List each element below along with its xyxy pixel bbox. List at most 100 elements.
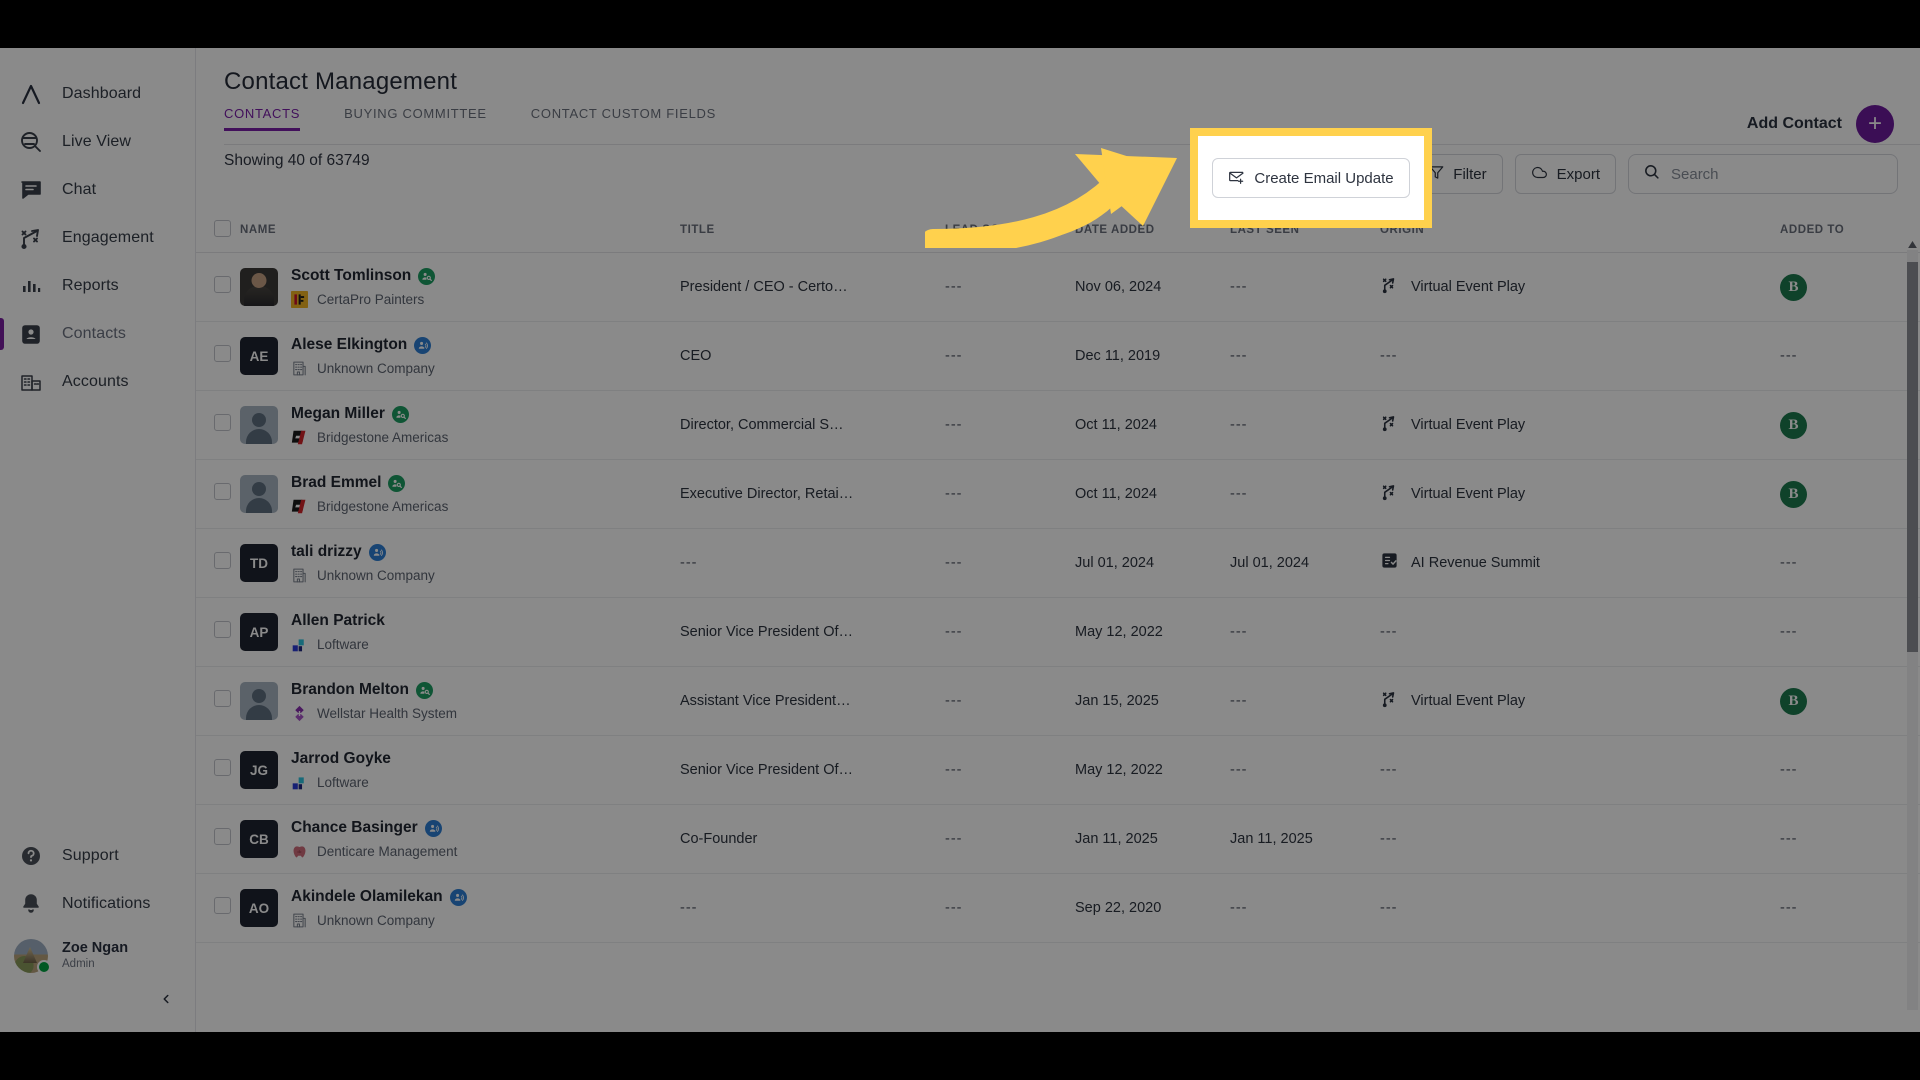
- contact-name: Allen Patrick: [291, 612, 385, 630]
- table-header-row: NAME TITLE LEAD SCORE ↑ DATE ADDED LAST …: [196, 210, 1920, 253]
- row-checkbox-cell[interactable]: [196, 321, 240, 391]
- contact-title-cell: Assistant Vice President…: [680, 666, 945, 736]
- table-row[interactable]: Brandon Melton Wellstar Health System Assi…: [196, 666, 1920, 736]
- lead-score: ---: [945, 624, 963, 640]
- origin-label: AI Revenue Summit: [1411, 555, 1540, 571]
- column-header-title[interactable]: TITLE: [680, 210, 945, 253]
- contact-name-cell[interactable]: AO Akindele Olamilekan Unknown Company: [240, 873, 680, 943]
- sidebar-item-engagement[interactable]: Engagement: [0, 214, 195, 262]
- sidebar-item-accounts[interactable]: Accounts: [0, 358, 195, 406]
- added-to-badge[interactable]: B: [1780, 480, 1807, 508]
- origin-cell: Virtual Event Play: [1380, 666, 1780, 736]
- accounts-icon: [16, 367, 46, 397]
- search-input[interactable]: [1671, 165, 1883, 183]
- table-row[interactable]: Megan Miller Bridgestone Americas Director…: [196, 390, 1920, 460]
- sidebar-item-contacts[interactable]: Contacts: [0, 310, 195, 358]
- table-row[interactable]: Scott Tomlinson CertaPro Painters Presiden…: [196, 252, 1920, 322]
- lead-score: ---: [945, 693, 963, 709]
- row-checkbox[interactable]: [214, 759, 231, 776]
- tab-contacts[interactable]: CONTACTS: [224, 106, 301, 131]
- table-row[interactable]: JG Jarrod Goyke Loftware Senior Vice Presid…: [196, 735, 1920, 805]
- row-checkbox-cell[interactable]: [196, 597, 240, 667]
- contact-name-cell[interactable]: Megan Miller Bridgestone Americas: [240, 390, 680, 460]
- column-header-name[interactable]: NAME: [240, 210, 680, 253]
- contact-name-cell[interactable]: CB Chance Basinger dc Denticare Management: [240, 804, 680, 874]
- add-contact-label: Add Contact: [1746, 115, 1842, 132]
- sidebar-item-support[interactable]: Support: [0, 832, 195, 880]
- row-checkbox[interactable]: [214, 621, 231, 638]
- row-checkbox-cell[interactable]: [196, 804, 240, 874]
- scroll-up-arrow-icon[interactable]: [1907, 238, 1918, 250]
- contact-name-cell[interactable]: AP Allen Patrick Loftware: [240, 597, 680, 667]
- sidebar-item-notifications[interactable]: Notifications: [0, 880, 195, 928]
- sidebar-item-dashboard[interactable]: Dashboard: [0, 70, 195, 118]
- row-checkbox[interactable]: [214, 345, 231, 362]
- sidebar-item-reports[interactable]: Reports: [0, 262, 195, 310]
- row-checkbox-cell[interactable]: [196, 528, 240, 598]
- anonymous-contact-badge-icon: [424, 819, 442, 837]
- company-name: CertaPro Painters: [317, 291, 425, 307]
- date-added: May 12, 2022: [1075, 624, 1163, 640]
- contact-initials-avatar: CB: [240, 820, 278, 858]
- contact-name-cell[interactable]: AE Alese Elkington Unknown Company: [240, 321, 680, 391]
- row-checkbox[interactable]: [214, 828, 231, 845]
- sidebar-collapse-button[interactable]: [0, 984, 195, 1018]
- date-added: Jul 01, 2024: [1075, 555, 1155, 571]
- origin-cell: Virtual Event Play: [1380, 252, 1780, 322]
- last-seen: Jan 11, 2025: [1230, 831, 1313, 847]
- lead-score-cell: ---: [945, 321, 1075, 391]
- export-button[interactable]: Export: [1514, 154, 1616, 194]
- added-to-badge[interactable]: B: [1780, 273, 1807, 301]
- column-header-lead-score[interactable]: LEAD SCORE ↑: [945, 210, 1075, 253]
- added-to-badge[interactable]: B: [1780, 687, 1807, 715]
- table-row[interactable]: Brad Emmel Bridgestone Americas Executive …: [196, 459, 1920, 529]
- row-checkbox[interactable]: [214, 897, 231, 914]
- contact-name-cell[interactable]: Scott Tomlinson CertaPro Painters: [240, 252, 680, 322]
- table-row[interactable]: AO Akindele Olamilekan Unknown Company --- -…: [196, 873, 1920, 943]
- tab-contact-custom-fields[interactable]: CONTACT CUSTOM FIELDS: [531, 106, 716, 131]
- table-row[interactable]: CB Chance Basinger dc Denticare Management C…: [196, 804, 1920, 874]
- row-checkbox-cell[interactable]: [196, 252, 240, 322]
- row-checkbox[interactable]: [214, 690, 231, 707]
- last-seen: ---: [1230, 486, 1248, 502]
- last-seen: ---: [1230, 348, 1248, 364]
- table-row[interactable]: TD tali drizzy Unknown Company --- --- Jul 01…: [196, 528, 1920, 598]
- row-checkbox[interactable]: [214, 276, 231, 293]
- search-box[interactable]: [1628, 154, 1898, 194]
- row-checkbox-cell[interactable]: [196, 873, 240, 943]
- row-checkbox[interactable]: [214, 414, 231, 431]
- row-checkbox-cell[interactable]: [196, 390, 240, 460]
- table-row[interactable]: AP Allen Patrick Loftware Senior Vice Presi…: [196, 597, 1920, 667]
- sidebar-item-live-view[interactable]: Live View: [0, 118, 195, 166]
- user-profile[interactable]: Zoe Ngan Admin: [0, 928, 195, 984]
- contact-name-cell[interactable]: JG Jarrod Goyke Loftware: [240, 735, 680, 805]
- column-header-checkbox[interactable]: [196, 210, 240, 253]
- row-checkbox-cell[interactable]: [196, 666, 240, 736]
- select-all-checkbox[interactable]: [214, 220, 231, 237]
- tab-buying-committee[interactable]: BUYING COMMITTEE: [344, 106, 487, 131]
- table-row[interactable]: AE Alese Elkington Unknown Company CEO --- De…: [196, 321, 1920, 391]
- contact-title-cell: CEO: [680, 321, 945, 391]
- date-added-cell: May 12, 2022: [1075, 735, 1230, 805]
- contact-title-cell: Director, Commercial S…: [680, 390, 945, 460]
- sidebar-item-chat[interactable]: Chat: [0, 166, 195, 214]
- contact-initials-avatar: AP: [240, 613, 278, 651]
- added-to-badge[interactable]: B: [1780, 411, 1807, 439]
- row-checkbox-cell[interactable]: [196, 735, 240, 805]
- play-icon: [1380, 275, 1399, 299]
- row-checkbox[interactable]: [214, 483, 231, 500]
- contacts-icon: [16, 319, 46, 349]
- column-header-added-to[interactable]: ADDED TO: [1780, 210, 1920, 253]
- create-email-update-button[interactable]: Create Email Update: [1212, 158, 1410, 198]
- added-to-cell: ---: [1780, 321, 1920, 391]
- column-header-origin[interactable]: ORIGIN: [1380, 210, 1780, 253]
- reports-icon: [16, 271, 46, 301]
- scrollbar-thumb[interactable]: [1907, 262, 1918, 652]
- contact-name-cell[interactable]: Brad Emmel Bridgestone Americas: [240, 459, 680, 529]
- row-checkbox[interactable]: [214, 552, 231, 569]
- main-content: Contact Management CONTACTS BUYING COMMIT…: [196, 48, 1920, 1032]
- vertical-scrollbar[interactable]: [1907, 250, 1918, 1010]
- contact-name-cell[interactable]: Brandon Melton Wellstar Health System: [240, 666, 680, 736]
- row-checkbox-cell[interactable]: [196, 459, 240, 529]
- contact-name-cell[interactable]: TD tali drizzy Unknown Company: [240, 528, 680, 598]
